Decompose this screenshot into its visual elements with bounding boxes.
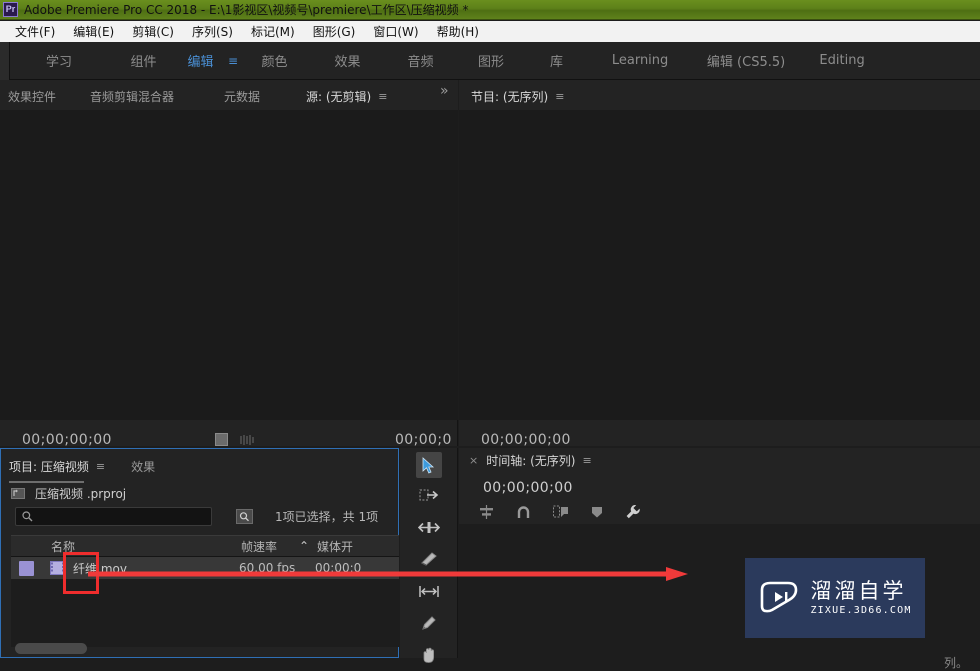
source-current-timecode[interactable]: 00;00;00;00 — [22, 432, 112, 448]
linked-selection-icon[interactable] — [553, 505, 569, 519]
program-panel-menu-icon[interactable]: ≡ — [555, 91, 564, 102]
menu-item-sequence[interactable]: 序列(S) — [183, 23, 242, 40]
watermark-cn-text: 溜溜自学 — [810, 579, 907, 603]
project-panel: 项目: 压缩视频 ≡ 效果 压缩视频 .prproj 1项已选择，共 1项 名称… — [0, 448, 399, 658]
workspace-bar: 学习 组件 编辑 ≡ 颜色 效果 音频 图形 库 Learning 编辑 (CS… — [0, 41, 980, 80]
project-file-name: 压缩视频 .prproj — [35, 487, 127, 501]
workspace-menu-icon[interactable]: ≡ — [228, 54, 238, 68]
window-title-text: Adobe Premiere Pro CC 2018 - E:\1影视区\视频号… — [24, 3, 469, 17]
menu-item-clip[interactable]: 剪辑(C) — [123, 23, 183, 40]
source-monitor-panel: 效果控件 音频剪辑混合器 元数据 源: (无剪辑) ≡ » 00;00;00;0… — [0, 80, 485, 517]
pen-tool[interactable] — [416, 610, 442, 636]
menu-item-marker[interactable]: 标记(M) — [242, 23, 304, 40]
workspace-tab-audio[interactable]: 音频 — [384, 51, 457, 70]
workspace-tab-graphics[interactable]: 图形 — [457, 51, 525, 70]
project-selection-status: 1项已选择，共 1项 — [275, 510, 379, 524]
program-monitor-panel: 节目: (无序列) ≡ 00;00;00;00 — [459, 80, 980, 515]
clip-frame-rate: 60.00 fps — [239, 561, 296, 575]
project-tab-label: 项目: 压缩视频 — [9, 459, 89, 474]
workspace-tab-color[interactable]: 颜色 — [238, 51, 311, 70]
menu-item-graphics[interactable]: 图形(G) — [304, 23, 365, 40]
project-file-row: 压缩视频 .prproj — [11, 485, 126, 502]
razor-tool[interactable] — [416, 546, 442, 572]
close-icon[interactable]: × — [469, 454, 478, 467]
snap-magnet-icon[interactable] — [516, 505, 531, 519]
workspace-tab-learning-cn[interactable]: 学习 — [10, 51, 108, 70]
workspace-tab-editing-cn[interactable]: 编辑 — [179, 51, 222, 70]
workspace-tab-libraries[interactable]: 库 — [525, 51, 588, 70]
timeline-tab-label[interactable]: 时间轴: (无序列) — [486, 452, 575, 469]
ripple-edit-tool[interactable] — [416, 514, 442, 540]
tab-audio-clip-mixer[interactable]: 音频剪辑混合器 — [90, 83, 174, 109]
clip-media-start: 00;00;0 — [315, 561, 362, 575]
project-list-header: 名称 帧速率 ⌃ 媒体开 — [11, 535, 399, 557]
column-header-frame-rate[interactable]: 帧速率 — [241, 538, 299, 555]
workspace-tab-assembly[interactable]: 组件 — [108, 51, 179, 70]
watermark-en-text: ZIXUE.3D66.COM — [810, 605, 912, 616]
source-tabs-overflow-icon[interactable]: » — [440, 83, 449, 99]
clip-name: 纤维.mov — [73, 561, 127, 576]
tab-metadata[interactable]: 元数据 — [224, 83, 260, 109]
find-button-icon[interactable] — [236, 509, 253, 524]
project-bin-icon — [11, 487, 25, 500]
tab-project-compressed-video[interactable]: 项目: 压缩视频 ≡ — [9, 453, 105, 483]
table-row[interactable]: 纤维.mov 60.00 fps 00;00;0 — [11, 557, 399, 579]
timeline-empty-message: 列。 — [943, 656, 968, 670]
nesting-sequences-icon[interactable] — [479, 505, 494, 519]
timeline-display-settings-icon[interactable] — [625, 504, 641, 520]
clip-color-swatch — [11, 560, 41, 576]
tab-source-no-clip[interactable]: 源: (无剪辑) ≡ — [306, 83, 398, 113]
search-icon — [22, 511, 33, 522]
tab-effect-controls[interactable]: 效果控件 — [8, 83, 56, 109]
premiere-app-icon: Pr — [3, 2, 18, 17]
menu-bar: 文件(F) 编辑(E) 剪辑(C) 序列(S) 标记(M) 图形(G) 窗口(W… — [0, 21, 980, 42]
timeline-panel-menu-icon[interactable]: ≡ — [582, 455, 591, 466]
program-monitor-canvas[interactable] — [459, 110, 980, 420]
timeline-current-timecode[interactable]: 00;00;00;00 — [483, 480, 573, 496]
clip-type-icon — [41, 561, 73, 575]
project-tab-underline — [9, 481, 84, 483]
tab-source-label: 源: (无剪辑) — [306, 89, 372, 104]
menu-item-help[interactable]: 帮助(H) — [428, 23, 488, 40]
column-header-name[interactable]: 名称 — [51, 538, 241, 555]
source-panel-tab-strip: 效果控件 音频剪辑混合器 元数据 源: (无剪辑) ≡ » — [0, 80, 458, 113]
menu-item-window[interactable]: 窗口(W) — [364, 23, 427, 40]
add-marker-timeline-icon[interactable] — [591, 506, 603, 519]
selection-tool[interactable] — [415, 452, 442, 478]
window-title-bar: Pr Adobe Premiere Pro CC 2018 - E:\1影视区\… — [0, 0, 980, 20]
project-panel-tab-strip: 项目: 压缩视频 ≡ 效果 — [9, 453, 155, 483]
search-input[interactable] — [15, 507, 212, 526]
column-header-media-start[interactable]: 媒体开 — [317, 538, 381, 555]
timeline-tab-strip: × 时间轴: (无序列) ≡ — [459, 452, 592, 469]
menu-item-file[interactable]: 文件(F) — [6, 23, 64, 40]
program-tab-label: 节目: (无序列) — [471, 89, 549, 104]
workspace-tab-editing-cs55[interactable]: 编辑 (CS5.5) — [692, 51, 800, 70]
watermark-logo: 溜溜自学 ZIXUE.3D66.COM — [745, 558, 925, 638]
workspace-drag-handle[interactable] — [0, 41, 10, 80]
tab-effects[interactable]: 效果 — [131, 453, 155, 479]
project-search-row: 1项已选择，共 1项 — [15, 507, 390, 526]
project-horizontal-scrollbar[interactable] — [15, 643, 87, 654]
marker-ruler-icon[interactable] — [240, 434, 254, 446]
project-list-empty-area[interactable] — [11, 579, 399, 647]
workspace-tab-editing-en[interactable]: Editing — [800, 53, 884, 68]
timeline-tool-icons — [479, 504, 641, 520]
program-current-timecode[interactable]: 00;00;00;00 — [481, 432, 571, 448]
hand-tool[interactable] — [416, 642, 442, 668]
menu-item-edit[interactable]: 编辑(E) — [64, 23, 123, 40]
sort-ascending-icon[interactable]: ⌃ — [299, 539, 317, 553]
tab-program-no-sequence[interactable]: 节目: (无序列) ≡ — [471, 83, 564, 109]
play-logo-icon — [758, 577, 800, 619]
track-select-forward-tool[interactable] — [416, 482, 442, 508]
monitor-settings-icon[interactable] — [215, 433, 228, 446]
workspace-tab-learning-en[interactable]: Learning — [588, 53, 692, 68]
source-panel-menu-icon[interactable]: ≡ — [378, 91, 387, 102]
workspace-tab-effects[interactable]: 效果 — [311, 51, 384, 70]
tools-panel — [400, 448, 458, 663]
source-monitor-canvas[interactable] — [0, 110, 458, 420]
source-duration-timecode[interactable]: 00;00;0 — [395, 432, 457, 448]
source-monitor-settings-row — [215, 433, 254, 446]
project-panel-menu-icon[interactable]: ≡ — [96, 461, 105, 472]
slip-tool[interactable] — [416, 578, 442, 604]
